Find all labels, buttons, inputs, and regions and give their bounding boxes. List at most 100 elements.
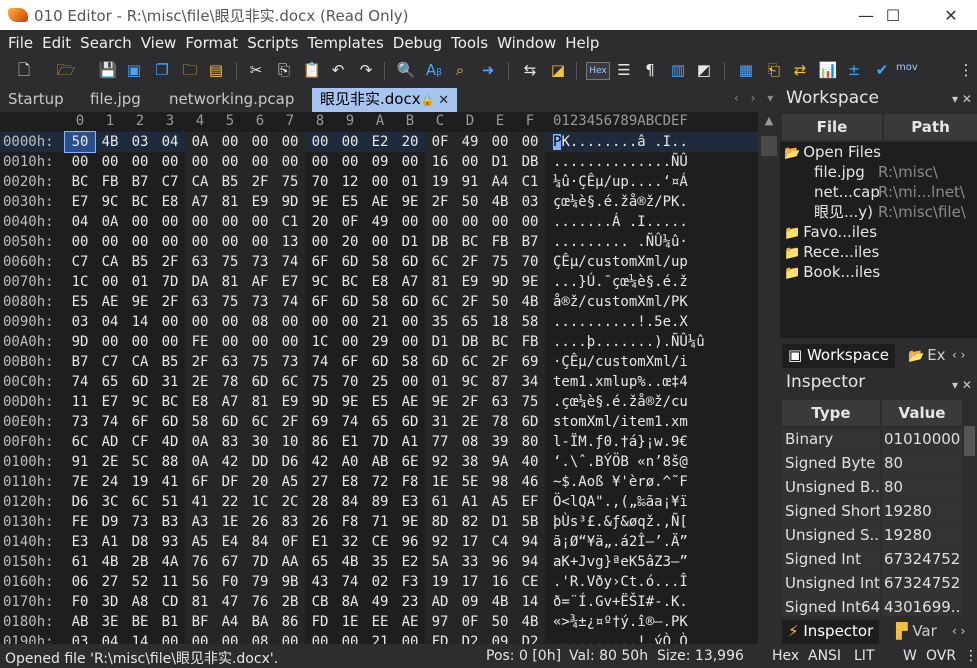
hex-byte[interactable]: 74 <box>335 572 365 592</box>
hex-byte[interactable]: 00 <box>95 232 125 252</box>
hex-byte[interactable]: 08 <box>245 632 275 644</box>
hex-byte[interactable]: 03 <box>515 192 545 212</box>
scroll-thumb[interactable] <box>964 426 975 456</box>
hex-byte[interactable]: 61 <box>425 492 455 512</box>
hex-byte[interactable]: 03 <box>125 132 155 152</box>
hex-byte[interactable]: 2E <box>455 412 485 432</box>
menu-tools[interactable]: Tools <box>447 34 492 52</box>
inspector-value-column[interactable]: Value <box>882 400 962 426</box>
hex-byte[interactable]: 02 <box>365 572 395 592</box>
hex-row[interactable]: 0070h: 1C 00 01 7D DA 81 AF E7 9C BC E8 A7 81 E9 9D 9E..… <box>0 272 758 292</box>
hex-byte[interactable]: BC <box>155 392 185 412</box>
hex-byte[interactable]: 61 <box>65 552 95 572</box>
inspector-row[interactable]: Signed Int64 4301699... <box>780 596 962 616</box>
hex-byte[interactable]: 00 <box>395 212 425 232</box>
hex-byte[interactable]: E1 <box>305 532 335 552</box>
inspector-row[interactable]: Unsigned S... 19280 <box>780 524 962 547</box>
hex-byte[interactable]: 20 <box>335 232 365 252</box>
panel-menu-icon[interactable]: ▾ ✕ <box>952 378 972 392</box>
cut-icon[interactable]: ✂ <box>246 60 266 80</box>
hex-byte[interactable]: 00 <box>155 152 185 172</box>
hex-byte[interactable]: 75 <box>485 252 515 272</box>
hex-byte[interactable]: 00 <box>65 152 95 172</box>
hex-byte[interactable]: BC <box>455 232 485 252</box>
hex-byte[interactable]: 94 <box>515 532 545 552</box>
hex-byte[interactable]: 9E <box>515 272 545 292</box>
hex-byte[interactable]: 81 <box>245 392 275 412</box>
hex-byte[interactable]: A7 <box>185 192 215 212</box>
hex-byte[interactable]: 4B <box>515 292 545 312</box>
hex-byte[interactable]: A3 <box>185 512 215 532</box>
hex-byte[interactable]: 2F <box>185 352 215 372</box>
copy-window-icon[interactable]: ❐ <box>152 60 172 80</box>
hex-byte[interactable]: 63 <box>185 292 215 312</box>
hex-byte[interactable]: 98 <box>485 472 515 492</box>
hex-byte[interactable]: 35 <box>425 312 455 332</box>
hex-byte[interactable]: B5 <box>155 352 185 372</box>
hex-byte[interactable]: 63 <box>215 352 245 372</box>
hex-byte[interactable]: 00 <box>155 232 185 252</box>
menu-view[interactable]: View <box>137 34 181 52</box>
hex-byte[interactable]: 75 <box>305 372 335 392</box>
inspector-value[interactable]: 19280 <box>882 524 962 547</box>
hex-byte[interactable]: E7 <box>95 392 125 412</box>
hex-row[interactable]: 00F0h: 6C AD CF 4D 0A 83 30 10 86 E1 7D A1 77 08 39 80 l-… <box>0 432 758 452</box>
inspector-value[interactable]: 19280 <box>882 500 962 523</box>
hex-byte[interactable]: 76 <box>245 592 275 612</box>
hex-byte[interactable]: 9E <box>335 392 365 412</box>
hex-byte[interactable]: 6D <box>245 372 275 392</box>
hex-byte[interactable]: FB <box>95 172 125 192</box>
tree-favorite-files[interactable]: 📁 Favo...iles <box>784 222 877 242</box>
hex-byte[interactable]: 2E <box>95 452 125 472</box>
hex-byte[interactable]: 65 <box>305 552 335 572</box>
hex-byte[interactable]: 35 <box>365 552 395 572</box>
hex-byte[interactable]: 75 <box>515 392 545 412</box>
hex-byte[interactable]: 9D <box>275 192 305 212</box>
hex-byte[interactable]: 6D <box>215 412 245 432</box>
hex-byte[interactable]: 84 <box>245 532 275 552</box>
hex-byte[interactable]: CA <box>125 352 155 372</box>
hex-byte[interactable]: 12 <box>335 172 365 192</box>
hex-byte[interactable]: D6 <box>275 452 305 472</box>
menu-search[interactable]: Search <box>76 34 136 52</box>
hex-row[interactable]: 0010h: 00 00 00 00 00 00 00 00 00 00 09 00 16 00 D1 DB..… <box>0 152 758 172</box>
maximize-button[interactable]: ☐ <box>870 0 916 30</box>
hex-byte[interactable]: 01 <box>395 172 425 192</box>
hex-byte[interactable]: 4A <box>155 552 185 572</box>
hex-byte[interactable]: 00 <box>185 212 215 232</box>
hex-byte[interactable]: 19 <box>125 472 155 492</box>
hex-byte[interactable]: 1E <box>425 472 455 492</box>
inspector-value[interactable]: 67324752 <box>882 572 962 595</box>
hex-byte[interactable]: 04 <box>95 632 125 644</box>
hex-byte[interactable]: 30 <box>245 432 275 452</box>
hex-byte[interactable]: A0 <box>335 452 365 472</box>
hex-byte[interactable]: 5B <box>515 512 545 532</box>
hex-byte[interactable]: 6C <box>65 432 95 452</box>
hex-byte[interactable]: E5 <box>65 292 95 312</box>
hex-row[interactable]: 0180h: AB 3E BE B1 BF A4 BA 86 FD 1E EE AE 97 0F 50 4B «>… <box>0 612 758 632</box>
hex-byte[interactable]: 33 <box>455 552 485 572</box>
hex-byte[interactable]: 3D <box>95 592 125 612</box>
hex-byte[interactable]: BA <box>245 612 275 632</box>
hex-byte[interactable]: E8 <box>365 272 395 292</box>
tab-nav-arrows[interactable]: ‹ › ▾ <box>734 91 777 105</box>
hex-byte[interactable]: A8 <box>125 592 155 612</box>
hex-byte[interactable]: CE <box>515 572 545 592</box>
hex-byte[interactable]: 4B <box>485 192 515 212</box>
hex-byte[interactable]: 00 <box>95 332 125 352</box>
hex-byte[interactable]: 00 <box>215 232 245 252</box>
hex-byte[interactable]: 00 <box>125 212 155 232</box>
hex-byte[interactable]: FB <box>515 332 545 352</box>
hex-byte[interactable]: 00 <box>275 332 305 352</box>
hex-byte[interactable]: A5 <box>185 532 215 552</box>
hex-byte[interactable]: 75 <box>215 252 245 272</box>
hex-byte[interactable]: 86 <box>275 612 305 632</box>
hex-byte[interactable]: 81 <box>425 272 455 292</box>
hex-byte[interactable]: 9E <box>125 292 155 312</box>
hex-byte[interactable]: 00 <box>215 132 245 152</box>
hex-byte[interactable]: 39 <box>485 432 515 452</box>
hex-byte[interactable]: 58 <box>365 252 395 272</box>
hex-byte[interactable]: 4B <box>515 612 545 632</box>
hex-row[interactable]: 0060h: C7 CA B5 2F 63 75 73 74 6F 6D 58 6D 6C 2F 75 70 ÇÊ… <box>0 252 758 272</box>
ascii-text[interactable]: ~$.Aoß ¥'èrø.^˜F <box>553 472 688 492</box>
